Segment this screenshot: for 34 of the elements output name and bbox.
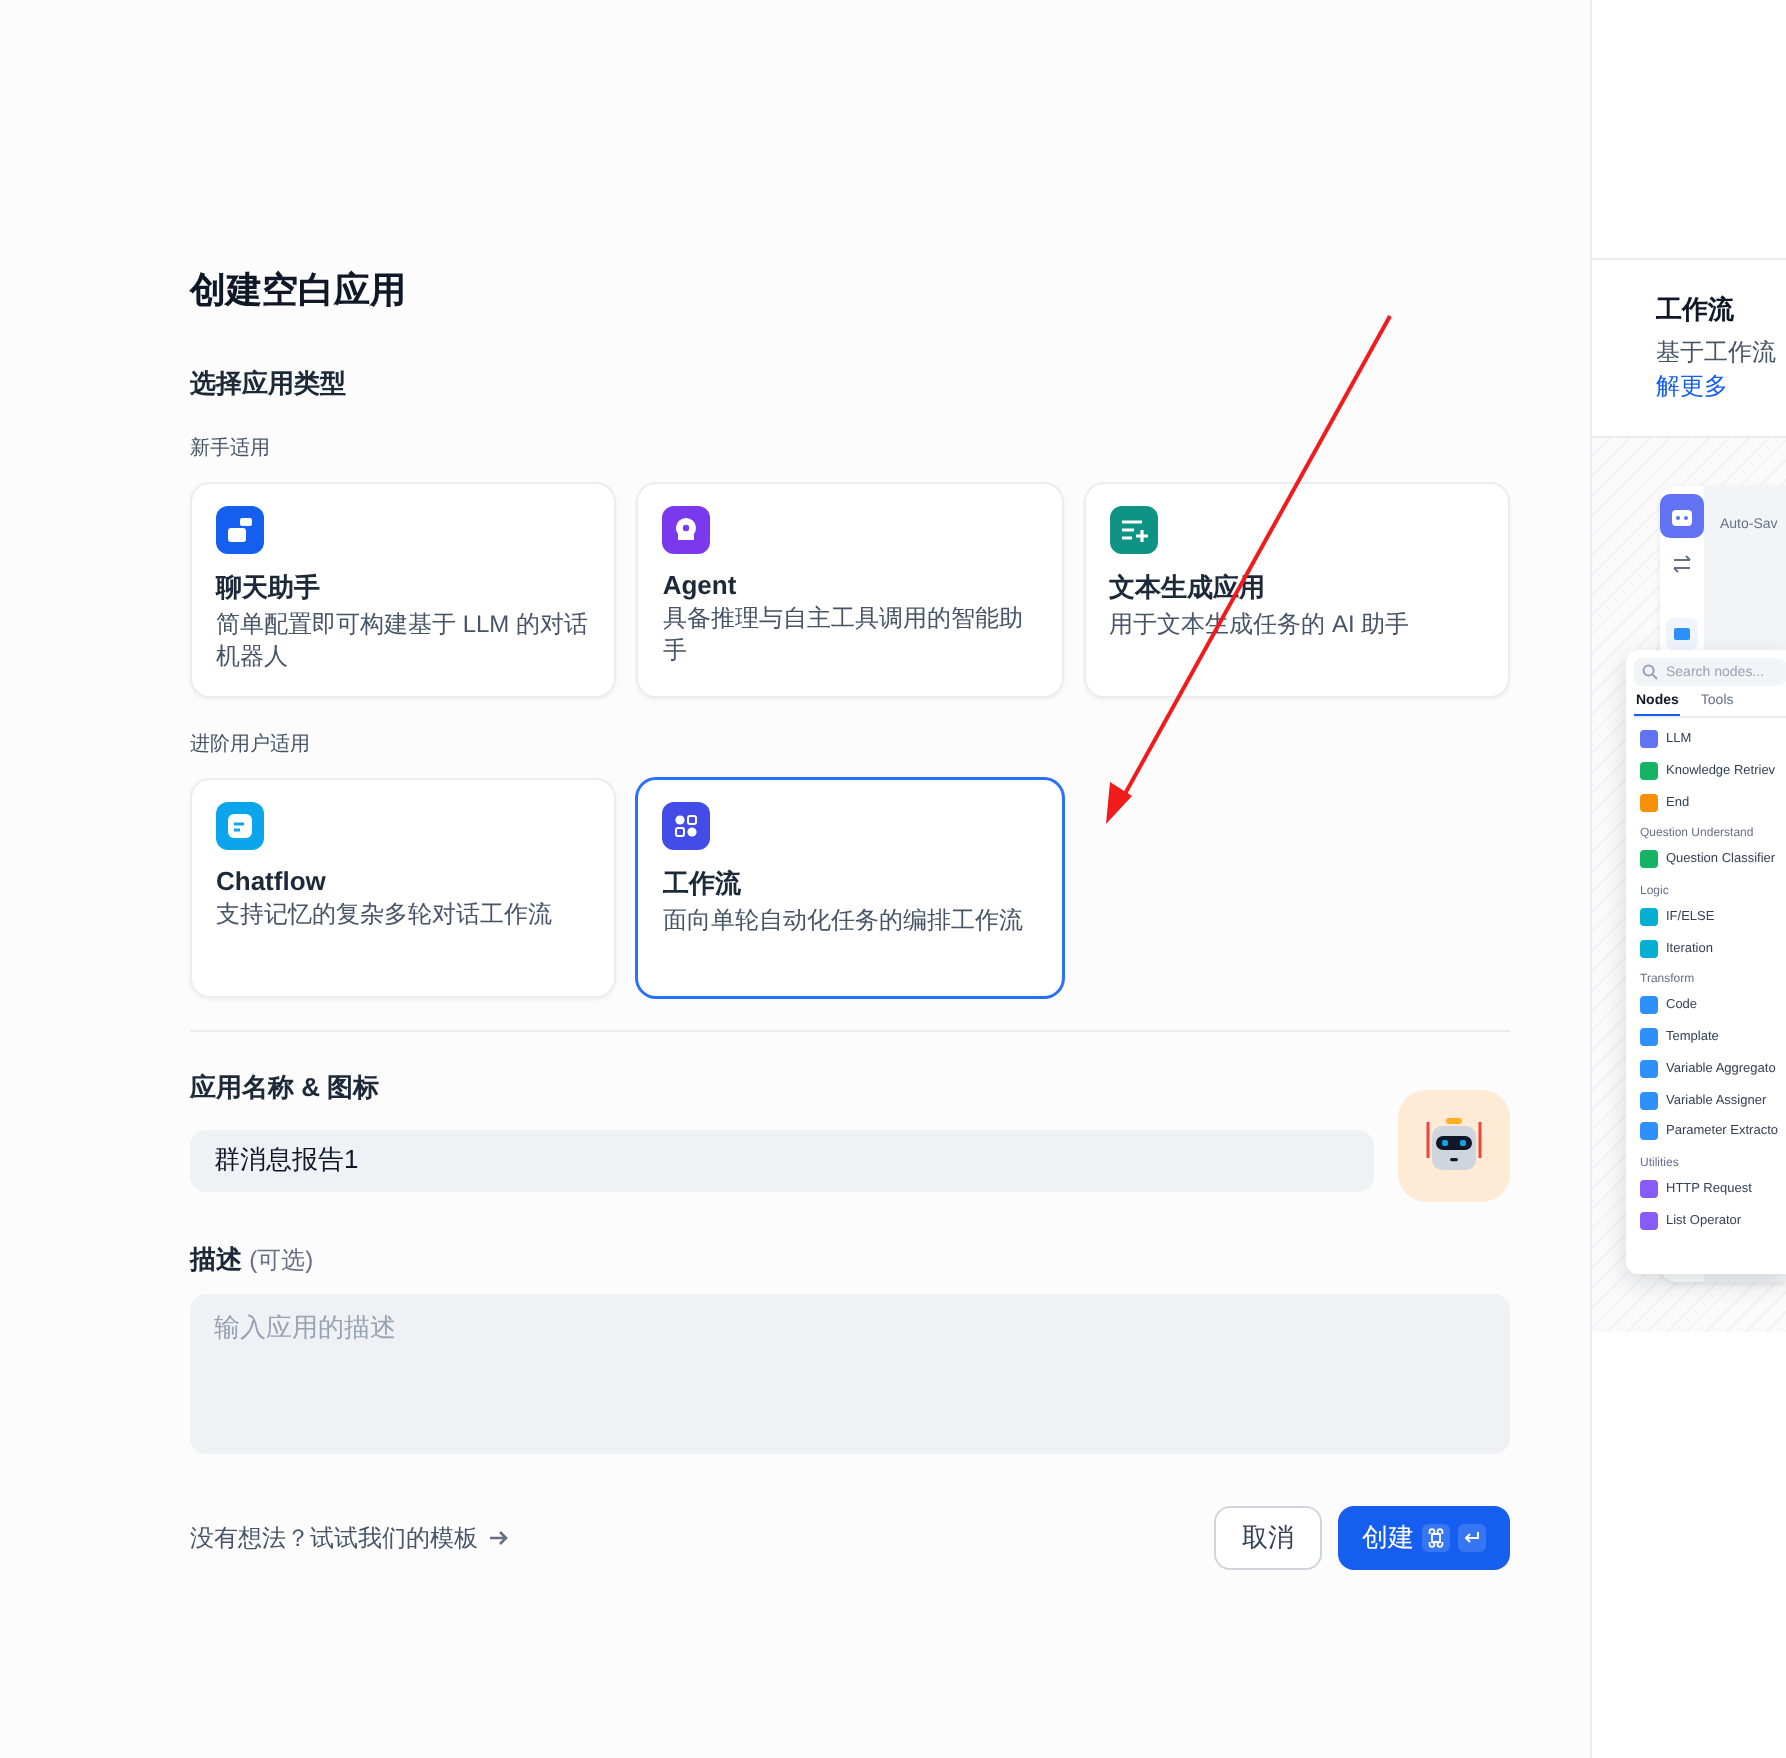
card-title: Chatflow — [216, 866, 328, 896]
card-description: 简单配置即可构建基于 LLM 的对话机器人 — [216, 608, 591, 672]
field-label: 描述 — [190, 1244, 242, 1274]
app-type-card[interactable]: 工作流 面向单轮自动化任务的编排工作流 — [636, 778, 1064, 998]
dialog-title: 创建空白应用 — [190, 268, 408, 314]
group-label: 进阶用户适用 — [190, 731, 312, 758]
preview-description: 基于工作流 — [1656, 336, 1778, 370]
description-input[interactable]: 输入应用的描述 — [190, 1294, 1510, 1454]
card-title: 聊天助手 — [216, 570, 322, 606]
search-icon — [1642, 664, 1658, 680]
learn-more-link[interactable]: 解更多 — [1656, 370, 1786, 404]
field-label: 应用名称 & 图标 — [190, 1070, 382, 1106]
app-name-input[interactable]: 群消息报告1 — [190, 1129, 1374, 1191]
app-type-card[interactable]: Agent 具备推理与自主工具调用的智能助手 — [636, 482, 1064, 698]
card-description: 面向单轮自动化任务的编排工作流 — [662, 904, 1025, 936]
command-key-icon — [1422, 1524, 1450, 1552]
image-icon — [1666, 618, 1698, 650]
app-type-card[interactable]: Chatflow 支持记忆的复杂多轮对话工作流 — [190, 778, 617, 998]
cancel-button[interactable]: 取消 — [1214, 1506, 1322, 1570]
card-title: 工作流 — [662, 866, 743, 902]
card-description: 具备推理与自主工具调用的智能助手 — [662, 602, 1025, 666]
section-heading: 选择应用类型 — [190, 366, 348, 402]
optional-hint: (可选) — [249, 1246, 314, 1274]
app-type-card[interactable]: 聊天助手 简单配置即可构建基于 LLM 的对话机器人 — [190, 482, 617, 698]
card-description: 支持记忆的复杂多轮对话工作流 — [216, 898, 554, 930]
template-link[interactable]: 没有想法？试试我们的模板 — [190, 1521, 510, 1555]
preview-title: 工作流 — [1656, 292, 1736, 328]
app-icon-picker[interactable] — [1398, 1090, 1510, 1202]
card-title: Agent — [662, 570, 739, 600]
create-button[interactable]: 创建 — [1338, 1506, 1510, 1570]
swap-icon — [1672, 554, 1692, 574]
enter-key-icon — [1458, 1524, 1486, 1552]
group-label: 新手适用 — [190, 435, 272, 462]
arrow-right-icon — [486, 1526, 510, 1550]
